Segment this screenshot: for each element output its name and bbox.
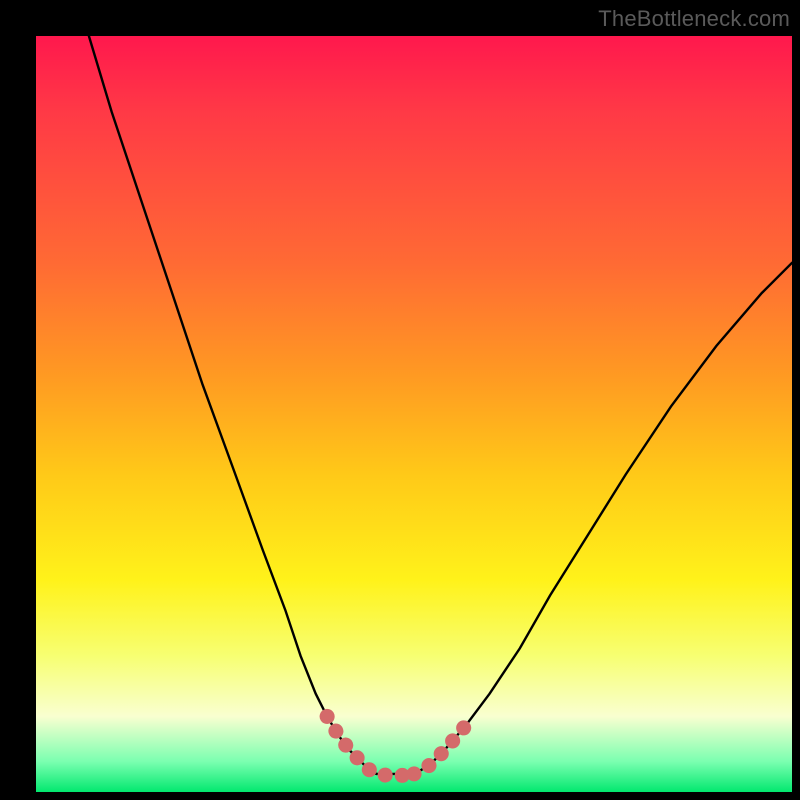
plot-area: [36, 36, 792, 792]
chart-frame: TheBottleneck.com: [0, 0, 800, 800]
right-curve: [414, 263, 792, 774]
watermark-text: TheBottleneck.com: [598, 6, 790, 32]
curves-svg: [36, 36, 792, 792]
left-curve: [89, 36, 376, 774]
left-highlight: [327, 716, 410, 775]
right-highlight: [414, 724, 467, 774]
